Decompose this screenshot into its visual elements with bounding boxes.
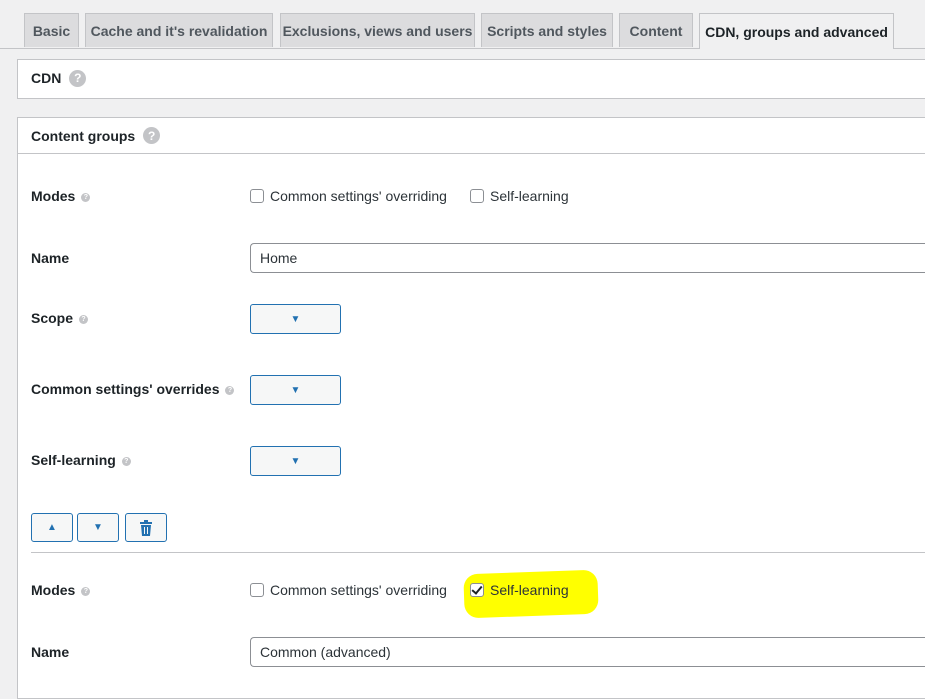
group1-selflearning-dropdown[interactable]: ▼ xyxy=(250,446,341,476)
help-icon[interactable]: ? xyxy=(79,314,89,324)
group2-name-label: Name xyxy=(31,644,70,660)
group1-selflearning-label: Self-learning? xyxy=(31,452,131,468)
chevron-down-icon: ▼ xyxy=(290,384,301,396)
help-icon[interactable]: ? xyxy=(121,456,131,466)
tab-content[interactable]: Content xyxy=(619,13,693,47)
checkbox[interactable] xyxy=(470,189,484,203)
group1-scope-label: Scope? xyxy=(31,310,89,326)
tab-scripts-styles[interactable]: Scripts and styles xyxy=(481,13,613,47)
content-groups-panel: Content groups ? Modes? Common settings'… xyxy=(17,117,925,699)
chevron-up-icon: ▲ xyxy=(47,522,57,533)
cdn-panel: CDN ? xyxy=(17,59,925,99)
group1-name-label: Name xyxy=(31,250,70,266)
checkbox-checked[interactable] xyxy=(470,583,484,597)
move-down-button[interactable]: ▼ xyxy=(77,513,119,542)
help-icon[interactable]: ? xyxy=(143,127,161,144)
delete-group-button[interactable] xyxy=(125,513,167,542)
group2-name-input[interactable] xyxy=(250,637,925,667)
chevron-down-icon: ▼ xyxy=(93,522,103,533)
group2-modes-label: Modes? xyxy=(31,582,91,598)
group1-modes-label: Modes? xyxy=(31,188,91,204)
cdn-panel-header[interactable]: CDN ? xyxy=(18,60,925,96)
tab-basic[interactable]: Basic xyxy=(24,13,79,47)
group1-overrides-dropdown[interactable]: ▼ xyxy=(250,375,341,405)
checkbox[interactable] xyxy=(250,189,264,203)
group1-mode-common-override[interactable]: Common settings' overriding xyxy=(250,188,447,204)
tab-cdn-groups-advanced[interactable]: CDN, groups and advanced xyxy=(699,13,894,49)
group1-scope-dropdown[interactable]: ▼ xyxy=(250,304,341,334)
group1-name-input[interactable] xyxy=(250,243,925,273)
help-icon[interactable]: ? xyxy=(81,586,91,596)
group1-mode-self-learning[interactable]: Self-learning xyxy=(470,188,569,204)
group2-mode-self-learning[interactable]: Self-learning xyxy=(470,582,569,598)
chevron-down-icon: ▼ xyxy=(290,455,301,467)
group1-overrides-label: Common settings' overrides? xyxy=(31,381,235,397)
tab-cache-revalidation[interactable]: Cache and it's revalidation xyxy=(85,13,273,47)
help-icon[interactable]: ? xyxy=(69,69,87,87)
cdn-panel-title: CDN xyxy=(31,70,62,86)
group-divider xyxy=(31,552,925,553)
settings-tabs: Basic Cache and it's revalidation Exclus… xyxy=(0,0,925,49)
trash-icon xyxy=(140,519,152,536)
help-icon[interactable]: ? xyxy=(81,192,91,202)
move-up-button[interactable]: ▲ xyxy=(31,513,73,542)
chevron-down-icon: ▼ xyxy=(290,313,301,325)
tab-exclusions[interactable]: Exclusions, views and users xyxy=(280,13,475,47)
help-icon[interactable]: ? xyxy=(225,385,235,395)
checkbox[interactable] xyxy=(250,583,264,597)
content-groups-header[interactable]: Content groups ? xyxy=(18,118,925,154)
content-groups-title: Content groups xyxy=(31,127,136,144)
group2-mode-common-override[interactable]: Common settings' overriding xyxy=(250,582,447,598)
